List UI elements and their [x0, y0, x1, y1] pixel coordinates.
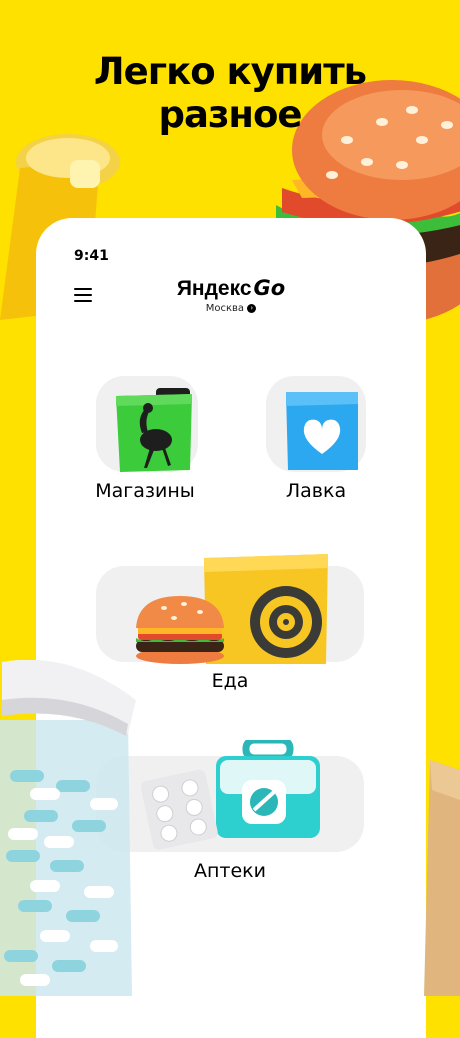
brand-suffix: Go [253, 276, 286, 300]
service-label-pharmacy: Аптеки [193, 860, 266, 882]
city-name: Москва [205, 303, 245, 314]
paper-bag-icon [424, 760, 460, 996]
brand-logo: ЯндексGo [36, 276, 426, 301]
promo-headline: Легко купить разное [0, 50, 460, 136]
lavka-heart-bag-icon [286, 392, 358, 470]
ostrich-bag-icon [116, 388, 192, 472]
city-selector[interactable]: Москва › [36, 303, 426, 314]
pill-jar-icon [0, 660, 136, 996]
status-time: 9:41 [74, 248, 109, 264]
app-header: ЯндексGo Москва › [36, 276, 426, 314]
brand-name: Яндекс [176, 277, 252, 300]
service-label-lavka: Лавка [285, 480, 347, 502]
service-label-food: Еда [211, 670, 249, 692]
service-label-stores: Магазины [95, 480, 195, 502]
burger-icon [136, 596, 224, 664]
headline-line-2: разное [158, 93, 302, 136]
first-aid-kit-icon [216, 740, 320, 838]
chevron-right-icon: › [247, 303, 257, 313]
pills-blister-icon [140, 769, 218, 850]
headline-line-1: Легко купить [93, 50, 367, 93]
